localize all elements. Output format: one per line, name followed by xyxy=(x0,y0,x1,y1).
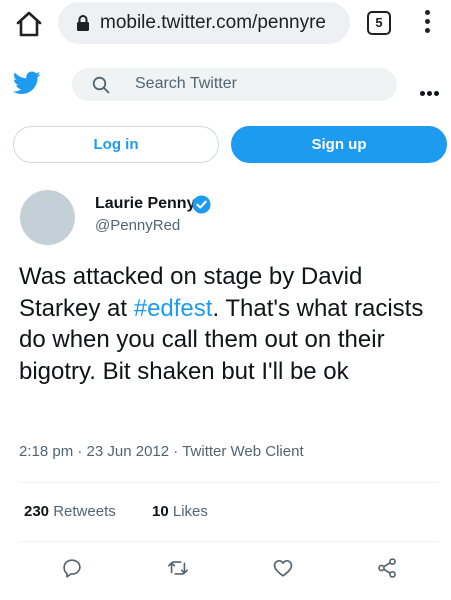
like-icon[interactable] xyxy=(272,557,294,579)
tweet-date[interactable]: 23 Jun 2012 xyxy=(87,443,170,460)
retweet-icon[interactable] xyxy=(167,557,189,579)
handle[interactable]: @PennyRed xyxy=(95,217,180,234)
url-text[interactable]: mobile.twitter.com/pennyre xyxy=(100,12,343,34)
retweets-stat[interactable]: 230 Retweets xyxy=(24,503,116,520)
lock-icon xyxy=(77,15,89,31)
tweet-client: Twitter Web Client xyxy=(182,443,304,460)
verified-icon xyxy=(192,195,211,214)
hashtag-link[interactable]: #edfest xyxy=(134,295,213,322)
more-icon[interactable] xyxy=(420,83,442,96)
login-button[interactable]: Log in xyxy=(13,126,219,163)
share-icon[interactable] xyxy=(376,557,398,579)
retweets-count: 230 xyxy=(24,503,50,520)
home-icon[interactable] xyxy=(14,9,44,39)
likes-count: 10 xyxy=(152,503,169,520)
search-placeholder: Search Twitter xyxy=(135,75,237,92)
likes-stat[interactable]: 10 Likes xyxy=(152,503,208,520)
twitter-bird-icon[interactable] xyxy=(13,71,41,95)
tweet-meta: 2:18 pm · 23 Jun 2012 · Twitter Web Clie… xyxy=(19,443,304,460)
signup-button[interactable]: Sign up xyxy=(231,126,447,163)
retweets-label: Retweets xyxy=(53,503,116,520)
tabs-icon[interactable]: 5 xyxy=(367,11,391,35)
tweet-text: Was attacked on stage by David Starkey a… xyxy=(19,261,439,387)
tweet-time[interactable]: 2:18 pm xyxy=(19,443,73,460)
display-name[interactable]: Laurie Penny xyxy=(95,195,195,213)
divider xyxy=(19,482,438,483)
search-icon xyxy=(92,76,110,94)
kebab-menu-icon[interactable] xyxy=(423,10,431,36)
reply-icon[interactable] xyxy=(61,557,83,579)
divider xyxy=(19,541,438,542)
avatar[interactable] xyxy=(20,190,75,245)
likes-label: Likes xyxy=(172,503,208,520)
